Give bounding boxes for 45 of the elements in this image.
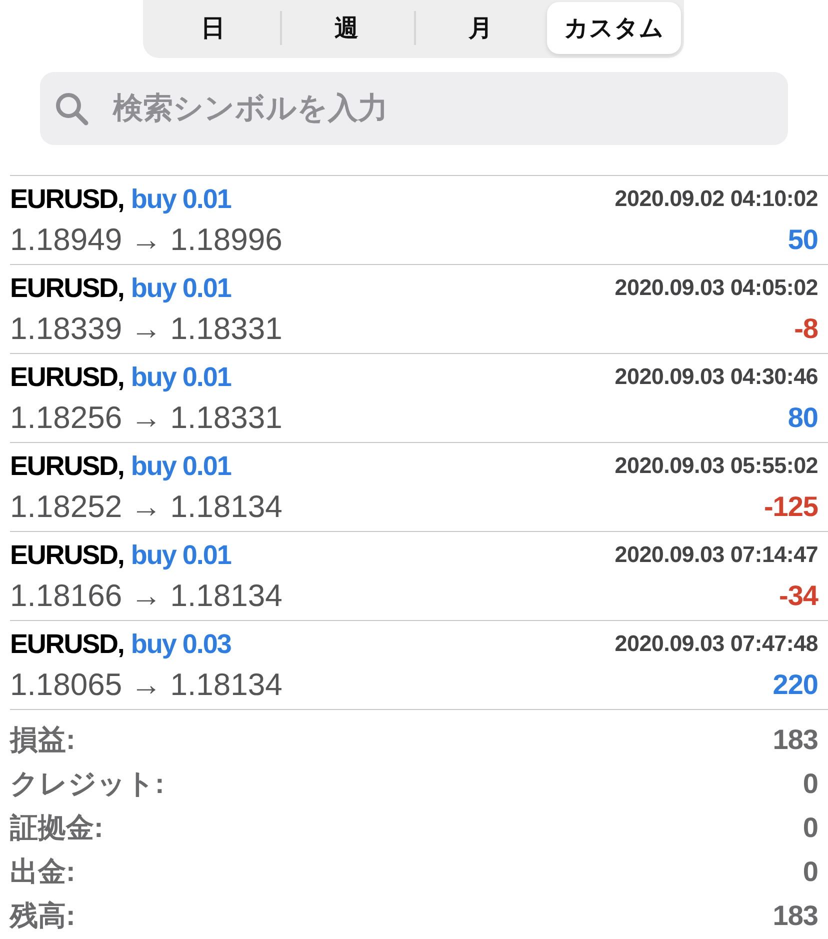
symbol-text: EURUSD, [10,184,124,214]
profit-value: -8 [793,313,818,345]
summary-value: 0 [802,812,818,844]
price-change: 1.18949 → 1.18996 [10,222,284,258]
trade-time: 2020.09.03 04:30:46 [614,364,818,390]
order-text: buy 0.01 [130,272,231,304]
profit-value: -34 [778,580,818,612]
symbol-text: EURUSD, [10,272,124,304]
profit-value: 50 [786,224,818,256]
price-change: 1.18256 → 1.18331 [10,400,284,436]
summary-value: 183 [772,900,818,932]
period-tab[interactable]: 週 [280,2,414,54]
profit-value: 80 [786,402,818,434]
profit-value: 220 [772,669,818,701]
price-change: 1.18339 → 1.18331 [10,311,284,347]
trade-time: 2020.09.02 04:10:02 [614,186,818,212]
summary-label: 損益: [10,723,76,757]
summary-value: 0 [802,768,818,800]
summary-value: 183 [772,724,818,756]
summary-label: クレジット: [10,767,164,801]
symbol-text: EURUSD, [10,628,124,660]
price-change: 1.18252 → 1.18134 [10,489,284,525]
price-change: 1.18065 → 1.18134 [10,667,284,703]
summary-label: 証拠金: [10,811,104,845]
period-tab[interactable]: 月 [414,2,548,54]
trade-time: 2020.09.03 07:47:48 [614,631,818,657]
symbol-text: EURUSD, [10,362,124,392]
order-text: buy 0.01 [130,362,231,392]
order-text: buy 0.01 [130,540,231,570]
symbol-text: EURUSD, [10,540,124,570]
order-text: buy 0.01 [130,184,231,214]
trade-time: 2020.09.03 07:14:47 [614,542,818,568]
order-text: buy 0.01 [130,450,231,482]
trade-time: 2020.09.03 05:55:02 [614,453,818,479]
symbol-text: EURUSD, [10,450,124,482]
trade-time: 2020.09.03 04:05:02 [614,275,818,301]
profit-value: -125 [762,491,818,523]
search-icon [55,92,89,126]
order-text: buy 0.03 [130,628,231,660]
summary-label: 残高: [10,899,76,933]
period-tab[interactable]: カスタム [547,2,681,54]
period-tab[interactable]: 日 [146,2,280,54]
summary-value: 0 [802,856,818,888]
price-change: 1.18166 → 1.18134 [10,578,284,614]
summary-label: 出金: [10,855,76,889]
